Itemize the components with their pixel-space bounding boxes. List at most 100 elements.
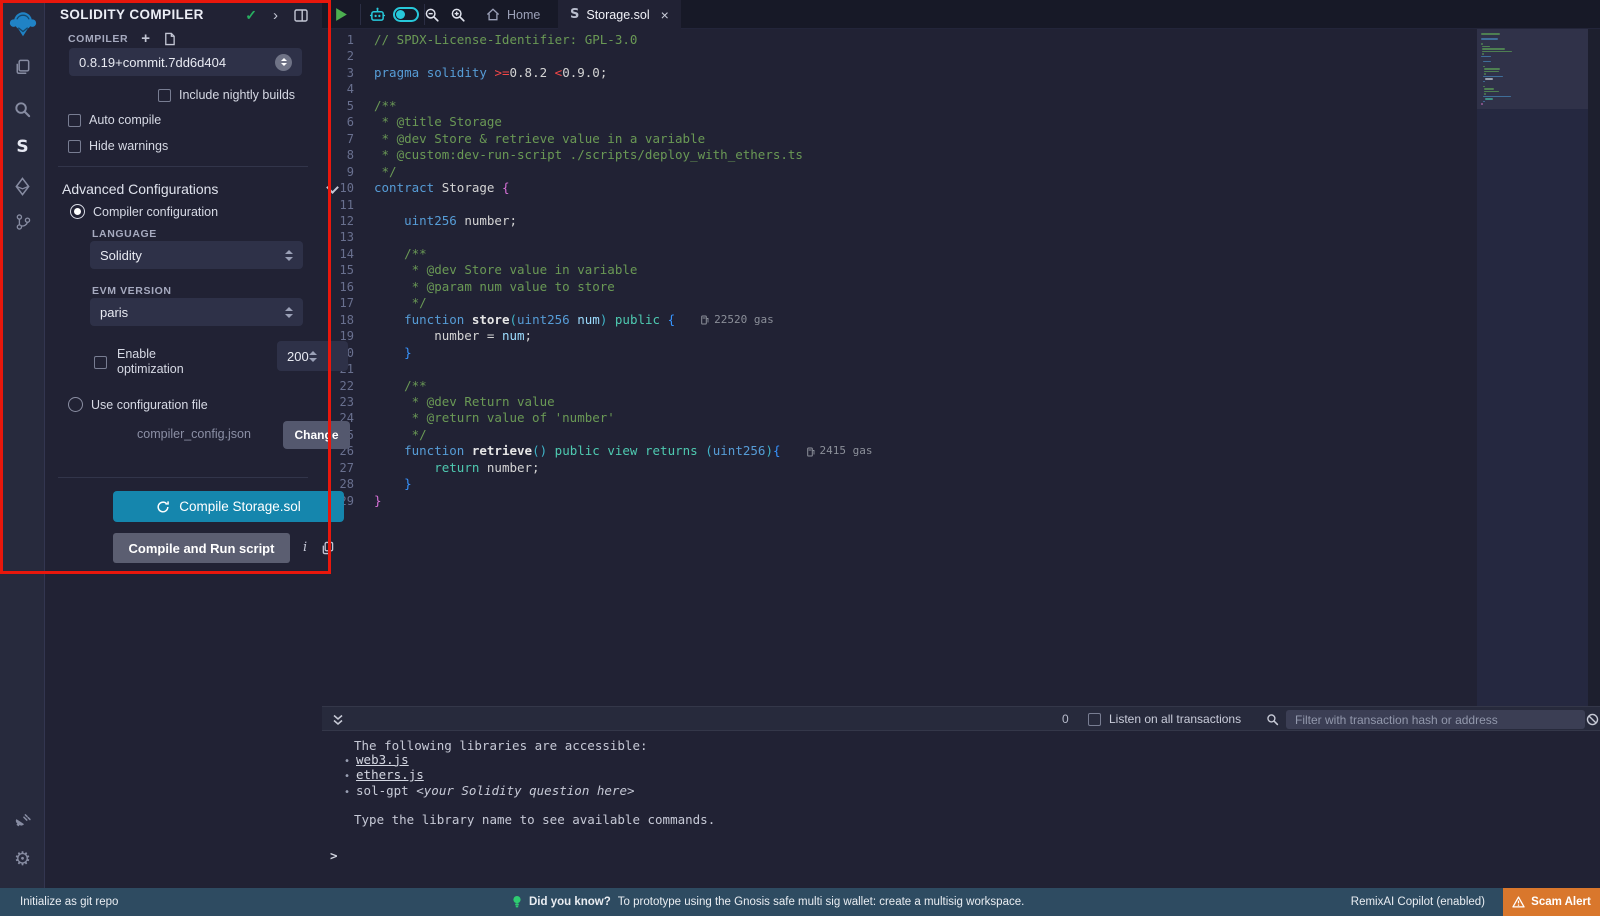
- line-number[interactable]: 1: [322, 32, 374, 48]
- language-select[interactable]: Solidity: [90, 241, 303, 269]
- evm-version-select[interactable]: paris: [90, 298, 303, 326]
- code-line[interactable]: 23 * @dev Return value: [322, 394, 1600, 410]
- line-number[interactable]: 12: [322, 213, 374, 229]
- sidebar-item-settings[interactable]: ⚙: [0, 844, 45, 874]
- sidebar-item-search[interactable]: [0, 94, 45, 124]
- compiler-version-select[interactable]: 0.8.19+commit.7dd6d404: [69, 48, 302, 76]
- code-line[interactable]: 18 function store(uint256 num) public {2…: [322, 312, 1600, 328]
- compile-and-run-button[interactable]: Compile and Run script: [113, 533, 290, 563]
- code-line[interactable]: 22 /**: [322, 378, 1600, 394]
- forward-chevron-icon[interactable]: ›: [273, 10, 278, 22]
- code-line[interactable]: 9 */: [322, 164, 1600, 180]
- code-line[interactable]: 20 }: [322, 345, 1600, 361]
- code-line[interactable]: 28 }: [322, 476, 1600, 492]
- line-number[interactable]: 7: [322, 131, 374, 147]
- ai-copilot-button[interactable]: [364, 0, 390, 29]
- code-line[interactable]: 10contract Storage {: [322, 180, 1600, 196]
- code-line[interactable]: 13: [322, 229, 1600, 245]
- line-number[interactable]: 9: [322, 164, 374, 180]
- line-number[interactable]: 4: [322, 81, 374, 97]
- include-nightly-checkbox[interactable]: [158, 89, 171, 102]
- line-number[interactable]: 8: [322, 147, 374, 163]
- code-line[interactable]: 7 * @dev Store & retrieve value in a var…: [322, 131, 1600, 147]
- code-line[interactable]: 29}: [322, 493, 1600, 509]
- line-number[interactable]: 11: [322, 197, 374, 213]
- code-line[interactable]: 25 */: [322, 427, 1600, 443]
- info-icon[interactable]: i: [303, 540, 307, 555]
- clear-console-button[interactable]: [1585, 707, 1600, 732]
- code-line[interactable]: 5/**: [322, 98, 1600, 114]
- advanced-configurations-title[interactable]: Advanced Configurations: [62, 181, 218, 197]
- code-line[interactable]: 17 */: [322, 295, 1600, 311]
- code-line[interactable]: 15 * @dev Store value in variable: [322, 262, 1600, 278]
- change-config-button[interactable]: Change: [283, 421, 350, 449]
- terminal-output[interactable]: The following libraries are accessible:•…: [322, 731, 1600, 888]
- split-panel-icon[interactable]: [294, 9, 308, 22]
- compiler-configuration-radio[interactable]: [70, 204, 85, 219]
- code-line[interactable]: 21: [322, 361, 1600, 377]
- code-line[interactable]: 16 * @param num value to store: [322, 279, 1600, 295]
- sidebar-item-git[interactable]: [0, 207, 45, 237]
- tab-storage-sol[interactable]: S Storage.sol ×: [558, 0, 681, 29]
- gas-estimate-badge[interactable]: 22520 gas: [701, 312, 774, 328]
- line-number[interactable]: 18: [322, 312, 374, 328]
- code-line[interactable]: 27 return number;: [322, 460, 1600, 476]
- code-line[interactable]: 24 * @return value of 'number': [322, 410, 1600, 426]
- hide-warnings-checkbox[interactable]: [68, 140, 81, 153]
- line-number[interactable]: 14: [322, 246, 374, 262]
- code-line[interactable]: 3pragma solidity >=0.8.2 <0.9.0;: [322, 65, 1600, 81]
- open-file-icon[interactable]: [163, 32, 176, 46]
- zoom-in-button[interactable]: [444, 0, 472, 29]
- code-line[interactable]: 6 * @title Storage: [322, 114, 1600, 130]
- code-line[interactable]: 19 number = num;: [322, 328, 1600, 344]
- library-link[interactable]: web3.js: [356, 752, 409, 767]
- copy-icon[interactable]: [321, 541, 334, 555]
- expand-terminal-button[interactable]: [326, 707, 350, 732]
- library-link[interactable]: ethers.js: [356, 767, 424, 782]
- line-number[interactable]: 22: [322, 378, 374, 394]
- auto-compile-checkbox[interactable]: [68, 114, 81, 127]
- transaction-filter-input[interactable]: [1286, 710, 1585, 729]
- code-line[interactable]: 2: [322, 48, 1600, 64]
- run-script-button[interactable]: [328, 0, 354, 29]
- line-number[interactable]: 13: [322, 229, 374, 245]
- sidebar-item-deploy-run[interactable]: [0, 171, 45, 201]
- minimap[interactable]: [1477, 29, 1588, 706]
- use-config-file-radio[interactable]: [68, 397, 83, 412]
- line-number[interactable]: 23: [322, 394, 374, 410]
- line-number[interactable]: 3: [322, 65, 374, 81]
- scam-alert-badge[interactable]: Scam Alert: [1503, 888, 1600, 916]
- code-line[interactable]: 1// SPDX-License-Identifier: GPL-3.0: [322, 32, 1600, 48]
- editor-scrollbar-track[interactable]: [1588, 29, 1600, 706]
- line-number[interactable]: 16: [322, 279, 374, 295]
- gas-estimate-badge[interactable]: 2415 gas: [807, 443, 873, 459]
- line-number[interactable]: 6: [322, 114, 374, 130]
- tab-home[interactable]: Home: [474, 0, 552, 29]
- code-editor[interactable]: 1// SPDX-License-Identifier: GPL-3.023pr…: [322, 29, 1600, 706]
- terminal-prompt[interactable]: >: [330, 848, 338, 863]
- code-line[interactable]: 26 function retrieve() public view retur…: [322, 443, 1600, 459]
- git-init-button[interactable]: Initialize as git repo: [20, 896, 118, 908]
- sidebar-item-plugin-manager[interactable]: [0, 806, 45, 836]
- line-number[interactable]: 2: [322, 48, 374, 64]
- zoom-out-button[interactable]: [418, 0, 446, 29]
- sidebar-item-solidity-compiler[interactable]: S: [0, 132, 45, 162]
- compile-button[interactable]: Compile Storage.sol: [113, 491, 344, 522]
- line-number[interactable]: 27: [322, 460, 374, 476]
- enable-optimization-checkbox[interactable]: [94, 356, 107, 369]
- listen-transactions-checkbox[interactable]: [1088, 713, 1101, 726]
- add-compiler-icon[interactable]: +: [141, 34, 150, 44]
- code-line[interactable]: 4: [322, 81, 1600, 97]
- optimization-runs-input[interactable]: 200: [277, 341, 348, 371]
- code-line[interactable]: 11: [322, 197, 1600, 213]
- line-number[interactable]: 17: [322, 295, 374, 311]
- code-line[interactable]: 14 /**: [322, 246, 1600, 262]
- copilot-status[interactable]: RemixAI Copilot (enabled): [1351, 896, 1485, 908]
- close-tab-icon[interactable]: ×: [661, 7, 669, 23]
- sidebar-item-file-explorer[interactable]: [0, 52, 45, 82]
- code-line[interactable]: 12 uint256 number;: [322, 213, 1600, 229]
- code-line[interactable]: 8 * @custom:dev-run-script ./scripts/dep…: [322, 147, 1600, 163]
- remix-logo[interactable]: [0, 6, 45, 42]
- line-number[interactable]: 5: [322, 98, 374, 114]
- line-number[interactable]: 15: [322, 262, 374, 278]
